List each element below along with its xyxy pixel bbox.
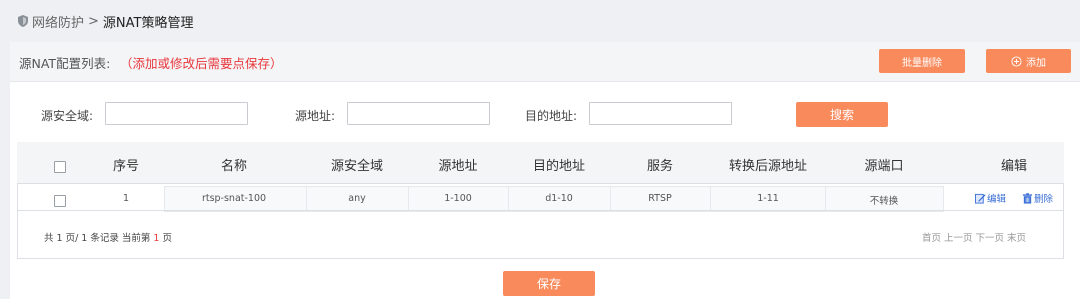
pager-summary: 共 1 页/ 1 条记录 当前第 1 页 xyxy=(44,230,172,244)
src-zone-input[interactable] xyxy=(105,102,248,125)
save-button[interactable]: 保存 xyxy=(503,271,595,296)
row-src-addr: 1-100 xyxy=(444,193,472,204)
dst-addr-input[interactable] xyxy=(589,102,732,125)
col-header-service: 服务 xyxy=(646,159,674,174)
src-addr-input[interactable] xyxy=(347,102,490,125)
dst-addr-label: 目的地址: xyxy=(525,109,578,123)
pager-first-link[interactable]: 首页 xyxy=(922,230,941,244)
col-header-name: 名称 xyxy=(220,159,248,174)
add-button-label: 添加 xyxy=(1026,57,1046,69)
search-button[interactable]: 搜索 xyxy=(796,102,888,127)
src-zone-label: 源安全域: xyxy=(41,109,94,123)
col-header-index: 序号 xyxy=(112,159,140,174)
src-addr-label: 源地址: xyxy=(295,109,336,123)
pager-suffix: 页 xyxy=(162,233,172,244)
row-service: RTSP xyxy=(648,193,672,204)
row-dst-addr: d1-10 xyxy=(545,193,573,204)
edit-link-label: 编辑 xyxy=(987,194,1007,205)
shield-icon xyxy=(18,15,28,27)
col-header-dst-addr: 目的地址 xyxy=(532,159,586,174)
pager-current-page: 1 xyxy=(153,233,160,244)
row-index: 1 xyxy=(122,193,130,204)
breadcrumb-separator: > xyxy=(88,13,99,29)
row-divider xyxy=(17,210,1064,211)
col-header-src-port: 源端口 xyxy=(864,159,904,174)
add-button[interactable]: 添加 xyxy=(986,49,1071,73)
breadcrumb-parent[interactable]: 网络防护 xyxy=(32,12,84,31)
row-name: rtsp-snat-100 xyxy=(201,193,267,204)
pager-last-link[interactable]: 末页 xyxy=(1007,230,1026,244)
pager-prev-link[interactable]: 上一页 xyxy=(944,230,973,244)
list-title: 源NAT配置列表: xyxy=(19,56,111,71)
row-delete-link[interactable]: 删除 xyxy=(1022,191,1053,205)
pager-nav: 首页 上一页 下一页 末页 xyxy=(922,230,1026,244)
col-header-src-addr: 源地址 xyxy=(438,159,478,174)
save-reminder-note: （添加或修改后需要点保存） xyxy=(120,56,283,71)
delete-link-label: 删除 xyxy=(1034,194,1054,205)
trash-icon xyxy=(1022,192,1033,204)
select-all-checkbox[interactable] xyxy=(54,161,66,173)
row-edit-link[interactable]: 编辑 xyxy=(975,191,1006,205)
breadcrumb-current: 源NAT策略管理 xyxy=(102,15,194,31)
breadcrumb: 网络防护 > 源NAT策略管理 xyxy=(18,11,193,31)
col-header-src-zone: 源安全域 xyxy=(330,159,384,174)
col-header-edit: 编辑 xyxy=(1000,159,1028,174)
edit-icon xyxy=(975,193,986,204)
row-translated-src: 1-11 xyxy=(757,193,779,204)
row-src-port: 不转换 xyxy=(869,196,899,207)
row-checkbox[interactable] xyxy=(54,195,66,207)
col-header-translated-src: 转换后源地址 xyxy=(728,159,808,174)
row-src-zone: any xyxy=(348,193,366,204)
pager-prefix: 共 1 页/ 1 条记录 当前第 xyxy=(44,233,151,244)
plus-circle-icon xyxy=(1011,55,1022,67)
pager-next-link[interactable]: 下一页 xyxy=(976,230,1005,244)
batch-delete-button[interactable]: 批量删除 xyxy=(879,49,965,73)
